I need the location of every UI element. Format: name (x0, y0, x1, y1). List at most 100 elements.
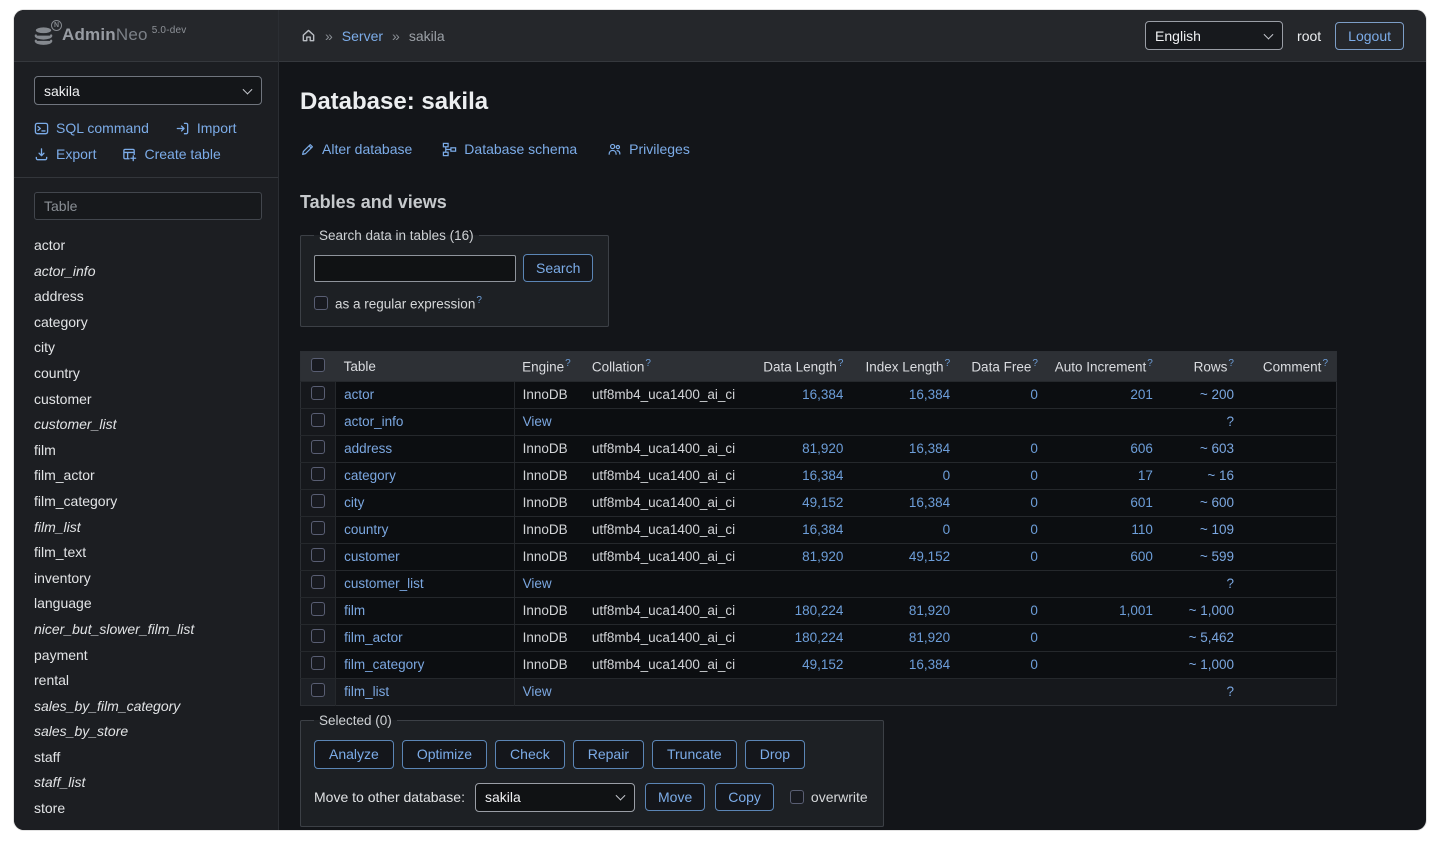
search-input[interactable] (314, 255, 516, 282)
rows-count-link[interactable]: ~ 200 (1200, 387, 1234, 402)
row-checkbox[interactable] (311, 602, 325, 616)
help-icon[interactable]: ? (1322, 358, 1328, 369)
row-checkbox[interactable] (311, 521, 325, 535)
operation-button[interactable]: Drop (745, 740, 805, 769)
help-icon[interactable]: ? (838, 358, 844, 369)
table-name-link[interactable]: film_list (344, 684, 389, 699)
logout-button[interactable]: Logout (1335, 22, 1404, 50)
sidebar-table-link[interactable]: film_list (34, 515, 262, 541)
sidebar-table-link[interactable]: film (34, 438, 262, 464)
row-checkbox[interactable] (311, 440, 325, 454)
sidebar-table-link[interactable]: language (34, 591, 262, 617)
create-table-link[interactable]: Create table (122, 146, 220, 162)
copy-button[interactable]: Copy (715, 783, 774, 811)
sidebar-table-link[interactable]: sales_by_film_category (34, 694, 262, 720)
row-checkbox[interactable] (311, 548, 325, 562)
sql-command-link[interactable]: SQL command (34, 120, 149, 136)
help-icon[interactable]: ? (1147, 358, 1153, 369)
table-name-link[interactable]: actor_info (344, 414, 403, 429)
move-button[interactable]: Move (645, 783, 705, 811)
sidebar-table-link[interactable]: customer_list (34, 412, 262, 438)
table-name-link[interactable]: film_category (344, 657, 424, 672)
rows-count-link[interactable]: ~ 603 (1200, 441, 1234, 456)
sidebar-table-link[interactable]: address (34, 284, 262, 310)
row-checkbox[interactable] (311, 386, 325, 400)
sidebar-table-link[interactable]: film_actor (34, 463, 262, 489)
sidebar-table-link[interactable]: store (34, 796, 262, 822)
select-all-checkbox[interactable] (311, 358, 325, 372)
sidebar-table-link[interactable]: film_text (34, 540, 262, 566)
help-icon[interactable]: ? (945, 358, 951, 369)
table-name-link[interactable]: customer_list (344, 576, 424, 591)
rows-count-link[interactable]: ~ 109 (1200, 522, 1234, 537)
sidebar-table-link[interactable]: country (34, 361, 262, 387)
help-icon[interactable]: ? (1032, 358, 1038, 369)
help-icon[interactable]: ? (1228, 358, 1234, 369)
sidebar-table-link[interactable]: customer (34, 387, 262, 413)
import-link[interactable]: Import (175, 120, 237, 136)
sidebar-table-link[interactable]: rental (34, 668, 262, 694)
rows-count-link[interactable]: ? (1226, 414, 1234, 429)
sidebar-table-link[interactable]: film_category (34, 489, 262, 515)
table-name-link[interactable]: city (344, 495, 364, 510)
overwrite-checkbox[interactable] (790, 790, 804, 804)
sidebar-table-link[interactable]: actor (34, 233, 262, 259)
sidebar-table-link[interactable]: category (34, 310, 262, 336)
operation-button[interactable]: Truncate (652, 740, 737, 769)
sidebar-table-link[interactable]: city (34, 335, 262, 361)
language-select[interactable]: English (1145, 21, 1283, 50)
help-icon[interactable]: ? (565, 358, 571, 369)
operation-button[interactable]: Optimize (402, 740, 487, 769)
help-icon[interactable]: ? (645, 358, 651, 369)
rows-count-link[interactable]: ~ 16 (1207, 468, 1234, 483)
database-select[interactable]: sakila (34, 76, 262, 105)
operation-button[interactable]: Check (495, 740, 565, 769)
rows-count-link[interactable]: ? (1226, 684, 1234, 699)
logo-n-badge: N (51, 20, 62, 31)
home-icon[interactable] (301, 28, 316, 43)
index-length-cell: 16,384 (851, 435, 958, 462)
search-button[interactable]: Search (523, 254, 593, 282)
export-link[interactable]: Export (34, 146, 96, 162)
sidebar-table-link[interactable]: staff_list (34, 770, 262, 796)
privileges-link[interactable]: Privileges (607, 141, 690, 157)
table-name-link[interactable]: address (344, 441, 392, 456)
rows-count-link[interactable]: ~ 5,462 (1189, 630, 1234, 645)
row-checkbox[interactable] (311, 656, 325, 670)
col-header-data-length: Data Length? (755, 351, 851, 381)
regex-checkbox[interactable] (314, 296, 328, 310)
sidebar-table-link[interactable]: inventory (34, 566, 262, 592)
breadcrumb-server-link[interactable]: Server (342, 28, 383, 44)
sidebar-table-link[interactable]: staff (34, 745, 262, 771)
rows-count-link[interactable]: ~ 600 (1200, 495, 1234, 510)
table-name-link[interactable]: film_actor (344, 630, 403, 645)
table-name-link[interactable]: country (344, 522, 388, 537)
help-icon[interactable]: ? (476, 295, 482, 306)
sidebar-table-link[interactable]: actor_info (34, 259, 262, 285)
rows-count-link[interactable]: ~ 1,000 (1189, 603, 1234, 618)
row-checkbox[interactable] (311, 413, 325, 427)
row-checkbox[interactable] (311, 467, 325, 481)
row-checkbox[interactable] (311, 629, 325, 643)
table-name-link[interactable]: film (344, 603, 365, 618)
row-checkbox[interactable] (311, 575, 325, 589)
engine-value: InnoDB (523, 630, 568, 645)
table-filter-input[interactable] (34, 192, 262, 220)
rows-count-link[interactable]: ? (1226, 576, 1234, 591)
sidebar-table-link[interactable]: payment (34, 643, 262, 669)
rows-count-link[interactable]: ~ 1,000 (1189, 657, 1234, 672)
table-name-link[interactable]: category (344, 468, 396, 483)
auto-increment-cell (1046, 570, 1161, 597)
move-database-select[interactable]: sakila (475, 783, 635, 812)
table-name-link[interactable]: customer (344, 549, 400, 564)
row-checkbox[interactable] (311, 494, 325, 508)
sidebar-table-link[interactable]: nicer_but_slower_film_list (34, 617, 262, 643)
rows-count-link[interactable]: ~ 599 (1200, 549, 1234, 564)
database-schema-link[interactable]: Database schema (442, 141, 577, 157)
table-name-link[interactable]: actor (344, 387, 374, 402)
operation-button[interactable]: Analyze (314, 740, 394, 769)
sidebar-table-link[interactable]: sales_by_store (34, 719, 262, 745)
row-checkbox[interactable] (311, 683, 325, 697)
operation-button[interactable]: Repair (573, 740, 644, 769)
alter-database-link[interactable]: Alter database (300, 141, 412, 157)
